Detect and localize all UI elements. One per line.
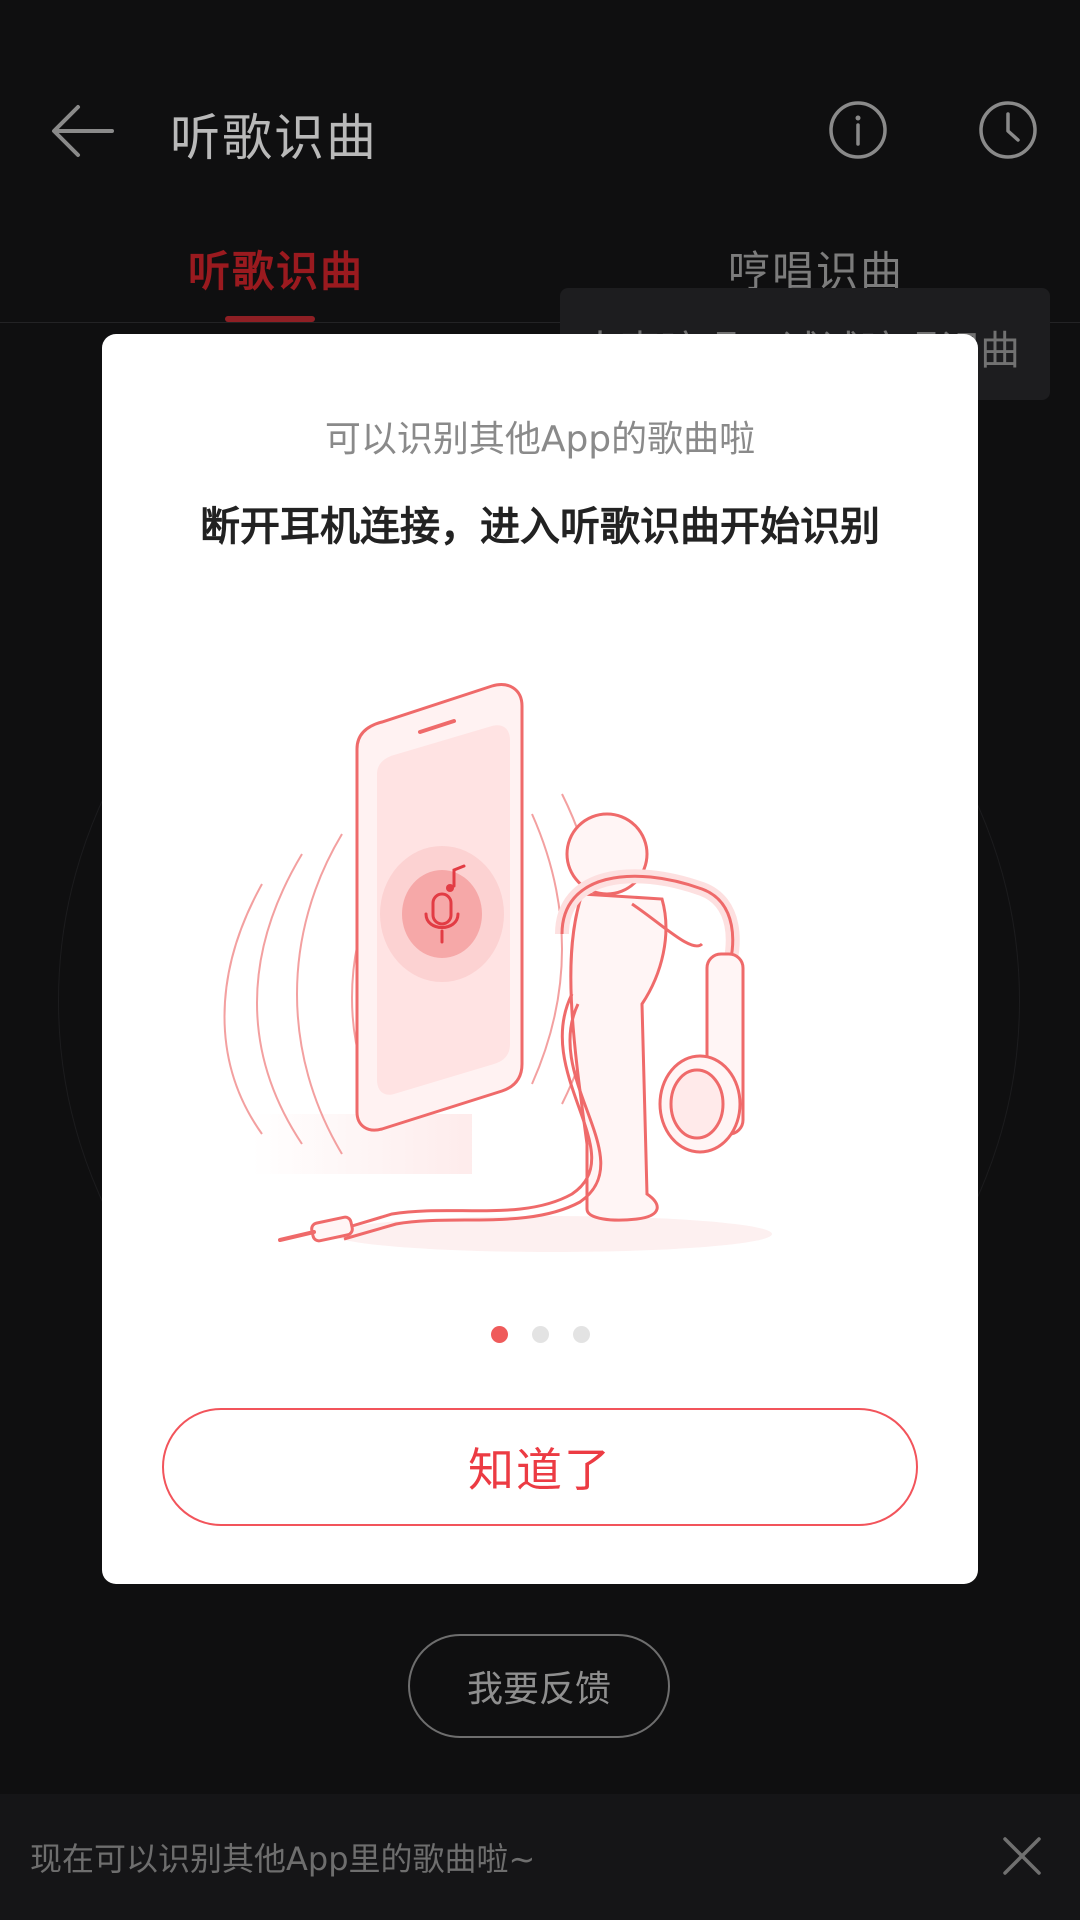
page-dot-2 [531,1326,549,1343]
feedback-button[interactable]: 我要反馈 [408,1634,670,1738]
page-dot-1 [490,1326,508,1343]
banner-close-button[interactable] [1000,1834,1044,1878]
clock-icon [979,101,1037,159]
dialog-title: 断开耳机连接，进入听歌识曲开始识别 [200,504,880,550]
page-indicator [102,1326,978,1343]
back-button[interactable] [48,95,120,167]
page-dot-3 [572,1326,590,1343]
close-icon [1003,1837,1041,1875]
tab-listen-recognition[interactable]: 听歌识曲 [188,238,364,299]
phone-icon [355,683,524,1132]
figure-with-headphones-icon [555,812,745,1222]
dialog-subtitle: 可以识别其他App的歌曲啦 [324,419,756,460]
info-button[interactable] [828,100,888,160]
page-title: 听歌识曲 [170,109,378,167]
banner-text: 现在可以识别其他App里的歌曲啦~ [30,1840,536,1878]
phone-headphones-illustration [223,683,772,1252]
got-it-button[interactable]: 知道了 [162,1408,918,1526]
bottom-banner: 现在可以识别其他App里的歌曲啦~ [0,1794,1080,1920]
top-bar: 听歌识曲 [0,0,1080,260]
onboarding-dialog: 可以识别其他App的歌曲啦 断开耳机连接，进入听歌识曲开始识别 知道了 [102,334,978,1584]
history-button[interactable] [978,100,1038,160]
arrow-left-icon [52,105,114,157]
info-icon [829,101,887,159]
